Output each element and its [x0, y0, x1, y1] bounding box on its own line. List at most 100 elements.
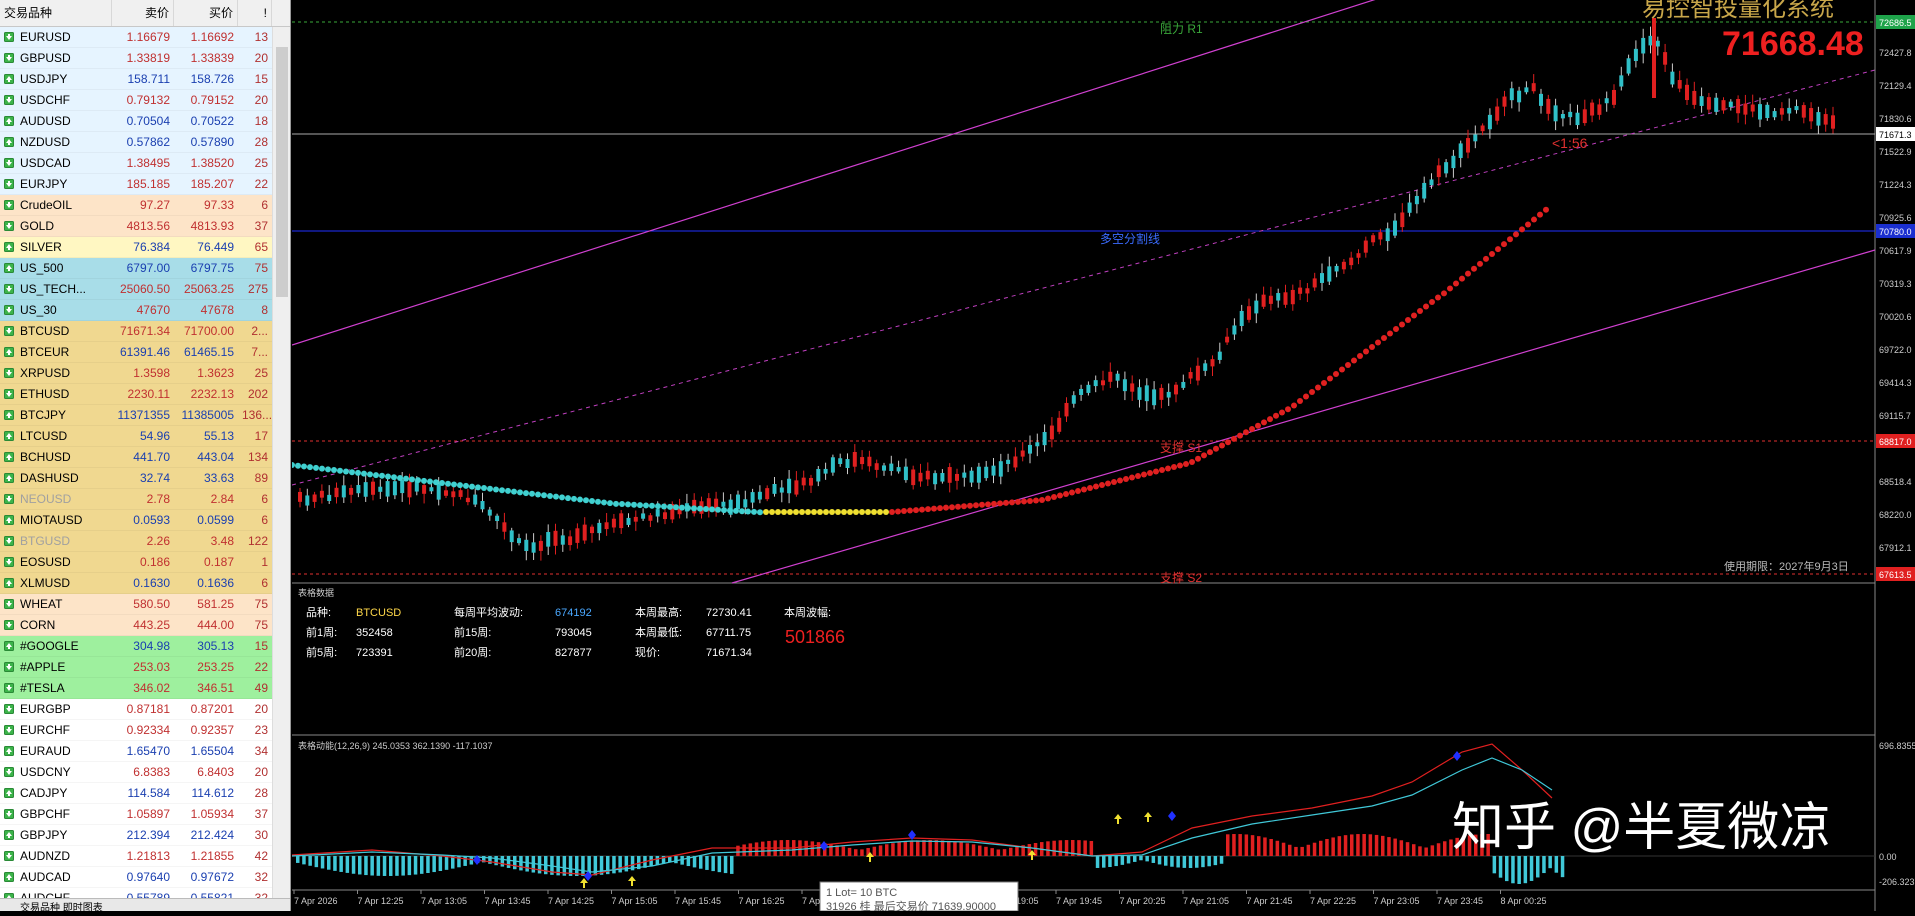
macd-histogram-bar — [1281, 842, 1286, 856]
market-watch-row[interactable]: SILVER 76.384 76.449 65 — [0, 237, 272, 258]
row-symbol[interactable]: ETHUSD — [0, 384, 112, 404]
row-symbol[interactable]: EURAUD — [0, 741, 112, 761]
market-watch-row[interactable]: LTCUSD 54.96 55.13 17 — [0, 426, 272, 447]
market-watch-row[interactable]: XLMUSD 0.1630 0.1636 6 — [0, 573, 272, 594]
market-watch-scrollbar[interactable] — [272, 27, 290, 901]
row-symbol[interactable]: EURUSD — [0, 27, 112, 47]
market-watch-row[interactable]: #APPLE 253.03 253.25 22 — [0, 657, 272, 678]
market-watch-row[interactable]: MIOTAUSD 0.0593 0.0599 6 — [0, 510, 272, 531]
market-watch-row[interactable]: GBPJPY 212.394 212.424 30 — [0, 825, 272, 846]
market-watch-row[interactable]: EURAUD 1.65470 1.65504 34 — [0, 741, 272, 762]
row-symbol[interactable]: GOLD — [0, 216, 112, 236]
row-symbol[interactable]: USDJPY — [0, 69, 112, 89]
market-watch-row[interactable]: DASHUSD 32.74 33.63 89 — [0, 468, 272, 489]
row-symbol[interactable]: US_TECH... — [0, 279, 112, 299]
market-watch-row[interactable]: AUDUSD 0.70504 0.70522 18 — [0, 111, 272, 132]
col-header-bid[interactable]: 卖价 — [112, 0, 174, 26]
row-symbol[interactable]: XLMUSD — [0, 573, 112, 593]
market-watch-row[interactable]: EURJPY 185.185 185.207 22 — [0, 174, 272, 195]
row-symbol[interactable]: #GOOGLE — [0, 636, 112, 656]
market-watch-row[interactable]: US_TECH... 25060.50 25063.25 275 — [0, 279, 272, 300]
row-symbol[interactable]: USDCNY — [0, 762, 112, 782]
row-symbol[interactable]: WHEAT — [0, 594, 112, 614]
row-symbol[interactable]: DASHUSD — [0, 468, 112, 488]
row-symbol[interactable]: EURGBP — [0, 699, 112, 719]
market-watch-row[interactable]: USDJPY 158.711 158.726 15 — [0, 69, 272, 90]
row-symbol[interactable]: US_500 — [0, 258, 112, 278]
row-symbol[interactable]: GBPUSD — [0, 48, 112, 68]
market-watch-row[interactable]: EURGBP 0.87181 0.87201 20 — [0, 699, 272, 720]
market-watch-row[interactable]: USDCAD 1.38495 1.38520 25 — [0, 153, 272, 174]
row-symbol[interactable]: XRPUSD — [0, 363, 112, 383]
row-symbol[interactable]: BTCEUR — [0, 342, 112, 362]
row-symbol[interactable]: CORN — [0, 615, 112, 635]
market-watch-row[interactable]: BTCUSD 71671.34 71700.00 2... — [0, 321, 272, 342]
candle-body — [407, 481, 412, 498]
chart-window[interactable]: 阻力 R1 多空分割线 支撑 S1 支撑 S2 <1:56 易控智投量化系统 7… — [289, 0, 1915, 913]
market-watch-row[interactable]: GBPUSD 1.33819 1.33839 20 — [0, 48, 272, 69]
market-watch-row[interactable]: BTCJPY 11371355 11385005 136... — [0, 405, 272, 426]
market-watch-row[interactable]: GBPCHF 1.05897 1.05934 37 — [0, 804, 272, 825]
market-watch-row[interactable]: BCHUSD 441.70 443.04 134 — [0, 447, 272, 468]
row-symbol[interactable]: GBPJPY — [0, 825, 112, 845]
market-watch-row[interactable]: EOSUSD 0.186 0.187 1 — [0, 552, 272, 573]
row-symbol[interactable]: AUDCAD — [0, 867, 112, 887]
market-watch-row[interactable]: GOLD 4813.56 4813.93 37 — [0, 216, 272, 237]
price-axis[interactable]: 72686.5 72427.8 72129.4 71830.6 71671.3 71522… — [1876, 15, 1915, 887]
row-symbol[interactable]: USDCHF — [0, 90, 112, 110]
market-watch-row[interactable]: EURCHF 0.92334 0.92357 23 — [0, 720, 272, 741]
row-symbol[interactable]: BTCUSD — [0, 321, 112, 341]
col-header-symbol[interactable]: 交易品种 — [0, 0, 112, 26]
market-watch-row[interactable]: NEOUSD 2.78 2.84 6 — [0, 489, 272, 510]
row-symbol[interactable]: LTCUSD — [0, 426, 112, 446]
row-symbol[interactable]: EOSUSD — [0, 552, 112, 572]
row-symbol[interactable]: BTCJPY — [0, 405, 112, 425]
market-watch-row[interactable]: ETHUSD 2230.11 2232.13 202 — [0, 384, 272, 405]
row-symbol[interactable]: NEOUSD — [0, 489, 112, 509]
market-watch-tabs[interactable]: 交易品种 即时图表 — [0, 898, 290, 911]
market-watch-row[interactable]: USDCNY 6.8383 6.8403 20 — [0, 762, 272, 783]
row-symbol[interactable]: CrudeOIL — [0, 195, 112, 215]
market-watch-row[interactable]: WHEAT 580.50 581.25 75 — [0, 594, 272, 615]
market-watch-row[interactable]: EURUSD 1.16679 1.16692 13 — [0, 27, 272, 48]
row-symbol[interactable]: USDCAD — [0, 153, 112, 173]
row-symbol[interactable]: GBPCHF — [0, 804, 112, 824]
market-watch-row[interactable]: US_30 47670 47678 8 — [0, 300, 272, 321]
market-watch-row[interactable]: AUDNZD 1.21813 1.21855 42 — [0, 846, 272, 867]
bottom-tabs-label[interactable]: 交易品种 即时图表 — [0, 903, 103, 911]
col-header-ask[interactable]: 买价 — [174, 0, 238, 26]
row-ask: 581.25 — [197, 597, 234, 611]
row-symbol[interactable]: SILVER — [0, 237, 112, 257]
ma-dot — [757, 509, 763, 516]
row-symbol[interactable]: EURJPY — [0, 174, 112, 194]
ma-dot — [823, 509, 829, 515]
market-watch-row[interactable]: CrudeOIL 97.27 97.33 6 — [0, 195, 272, 216]
market-watch-row[interactable]: CADJPY 114.584 114.612 28 — [0, 783, 272, 804]
row-symbol[interactable]: US_30 — [0, 300, 112, 320]
market-watch-row[interactable]: XRPUSD 1.3598 1.3623 25 — [0, 363, 272, 384]
row-symbol[interactable]: MIOTAUSD — [0, 510, 112, 530]
market-watch-row[interactable]: US_500 6797.00 6797.75 75 — [0, 258, 272, 279]
market-watch-row[interactable]: AUDCAD 0.97640 0.97672 32 — [0, 867, 272, 888]
row-symbol[interactable]: BCHUSD — [0, 447, 112, 467]
row-symbol[interactable]: BTGUSD — [0, 531, 112, 551]
scrollbar-thumb[interactable] — [276, 47, 288, 297]
row-symbol[interactable]: AUDUSD — [0, 111, 112, 131]
price-axis-label: 70617.9 — [1879, 246, 1912, 256]
col-header-spread[interactable]: ! — [238, 0, 272, 26]
market-watch-row[interactable]: NZDUSD 0.57862 0.57890 28 — [0, 132, 272, 153]
row-symbol[interactable]: #APPLE — [0, 657, 112, 677]
row-symbol[interactable]: #TESLA — [0, 678, 112, 698]
row-symbol[interactable]: EURCHF — [0, 720, 112, 740]
row-symbol[interactable]: AUDNZD — [0, 846, 112, 866]
market-watch-row[interactable]: CORN 443.25 444.00 75 — [0, 615, 272, 636]
market-watch-row[interactable]: #TESLA 346.02 346.51 49 — [0, 678, 272, 699]
row-symbol[interactable]: NZDUSD — [0, 132, 112, 152]
market-watch-row[interactable]: #GOOGLE 304.98 305.13 15 — [0, 636, 272, 657]
market-watch-row[interactable]: USDCHF 0.79132 0.79152 20 — [0, 90, 272, 111]
market-watch-row[interactable]: BTCEUR 61391.46 61465.15 7... — [0, 342, 272, 363]
row-symbol-text: USDCAD — [20, 155, 71, 170]
row-symbol[interactable]: CADJPY — [0, 783, 112, 803]
price-chart[interactable]: 阻力 R1 多空分割线 支撑 S1 支撑 S2 <1:56 易控智投量化系统 7… — [289, 0, 1915, 913]
market-watch-row[interactable]: BTGUSD 2.26 3.48 122 — [0, 531, 272, 552]
